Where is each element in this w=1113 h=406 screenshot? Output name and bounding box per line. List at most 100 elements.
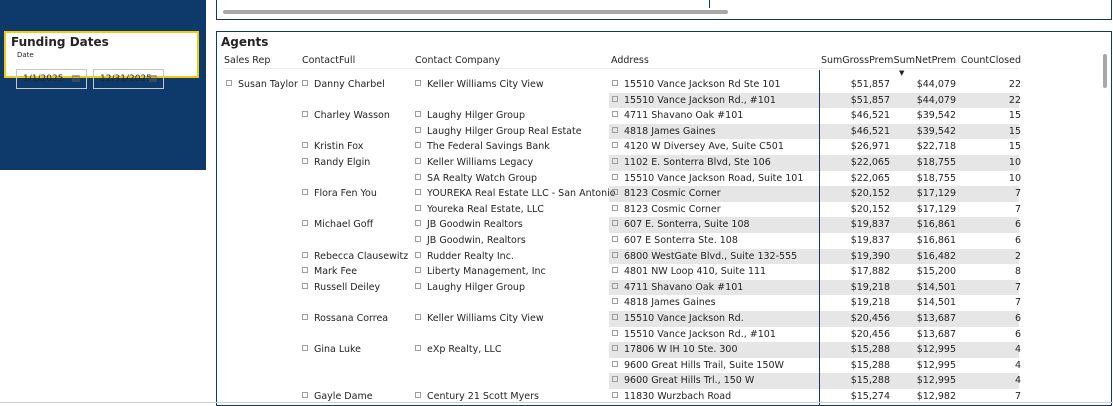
header-sum-gross-prem[interactable]: SumGrossPrem	[821, 55, 893, 66]
cell-sum-gross-prem: $20,152	[850, 188, 890, 200]
expand-box-icon[interactable]	[612, 376, 618, 383]
vertical-scrollbar[interactable]	[1103, 54, 1107, 88]
expand-box-icon[interactable]	[302, 220, 308, 227]
calendar-icon[interactable]: ▤	[71, 70, 80, 88]
expand-box-icon[interactable]	[612, 267, 618, 274]
expand-box-icon[interactable]	[415, 282, 421, 289]
expand-box-icon[interactable]	[612, 314, 618, 320]
header-sum-net-prem[interactable]: SumNetPrem	[893, 55, 956, 66]
cell-contact-company: JB Goodwin, Realtors	[415, 235, 526, 247]
expand-box-icon[interactable]	[415, 158, 421, 164]
expand-box-icon[interactable]	[302, 251, 308, 258]
expand-box-icon[interactable]	[302, 282, 308, 289]
expand-box-icon[interactable]	[415, 314, 421, 320]
table-row[interactable]: Russell Deiley Laughy Hilger Group 4711 Sh…	[217, 279, 1021, 296]
expand-box-icon[interactable]	[612, 158, 618, 164]
expand-box-icon[interactable]	[302, 189, 308, 196]
table-row[interactable]: 15510 Vance Jackson Rd., #101 $51,857 $44,…	[217, 92, 1021, 109]
expand-box-icon[interactable]	[415, 392, 421, 398]
table-row[interactable]: Gina Luke eXp Realty, LLC 17806 W IH 10 St…	[217, 342, 1021, 358]
cell-sum-gross-prem: $20,456	[850, 328, 890, 340]
expand-box-icon[interactable]	[302, 267, 308, 274]
expand-box-icon[interactable]	[415, 267, 421, 274]
expand-box-icon[interactable]	[612, 220, 618, 227]
table-row[interactable]: SA Realty Watch Group 15510 Vance Jackson…	[217, 171, 1021, 187]
expand-box-icon[interactable]	[415, 189, 421, 196]
cell-sum-net-prem: $18,755	[916, 172, 956, 184]
end-date-input[interactable]: 12/31/2025 ▤	[93, 69, 164, 89]
expand-box-icon[interactable]	[415, 345, 421, 352]
expand-box-icon[interactable]	[415, 236, 421, 242]
table-row[interactable]: Rebecca Clausewitz Rudder Realty Inc. 6800…	[217, 248, 1021, 265]
expand-box-icon[interactable]	[612, 298, 618, 305]
expand-box-icon[interactable]	[415, 220, 421, 227]
table-row[interactable]: JB Goodwin, Realtors 607 E Sonterra Ste. …	[217, 233, 1021, 249]
cell-contact-full: Kristin Fox	[302, 141, 363, 153]
header-address[interactable]: Address	[611, 55, 649, 66]
table-row[interactable]: Kristin Fox The Federal Savings Bank 4120 …	[217, 139, 1021, 155]
expand-box-icon[interactable]	[612, 251, 618, 258]
table-row[interactable]: 9600 Great Hills Trail, Suite 150W $15,28…	[217, 358, 1021, 374]
table-row[interactable]: Rossana Correa Keller Williams City View 1…	[217, 311, 1021, 327]
sort-descending-icon[interactable]: ▼	[899, 69, 904, 77]
table-row[interactable]: Youreka Real Estate, LLC 8123 Cosmic Corn…	[217, 202, 1021, 218]
header-count-closed[interactable]: CountClosed	[958, 55, 1021, 66]
table-row[interactable]: Michael Goff JB Goodwin Realtors 607 E. So…	[217, 217, 1021, 233]
start-date-input[interactable]: 1/1/2025 ▤	[16, 69, 87, 89]
table-row[interactable]: Randy Elgin Keller Williams Legacy 1102 E.…	[217, 155, 1021, 171]
expand-box-icon[interactable]	[415, 251, 421, 258]
table-row[interactable]: 9600 Great Hills Trl., 150 W $15,288 $12,9…	[217, 373, 1021, 389]
cell-contact-company: JB Goodwin Realtors	[415, 219, 523, 231]
expand-box-icon[interactable]	[302, 142, 308, 149]
expand-box-icon[interactable]	[612, 329, 618, 336]
expand-box-icon[interactable]	[302, 80, 308, 86]
table-row[interactable]: Charley Wasson Laughy Hilger Group 4711 Sh…	[217, 108, 1021, 124]
expand-box-icon[interactable]	[612, 95, 618, 102]
cell-sum-net-prem: $17,129	[916, 188, 956, 200]
expand-box-icon[interactable]	[612, 189, 618, 196]
expand-box-icon[interactable]	[612, 360, 618, 367]
expand-box-icon[interactable]	[612, 345, 618, 352]
expand-box-icon[interactable]	[415, 80, 421, 86]
expand-box-icon[interactable]	[415, 173, 421, 180]
expand-box-icon[interactable]	[415, 111, 421, 118]
table-row[interactable]: Susan Taylor Danny Charbel Keller Williams…	[217, 77, 1021, 93]
expand-box-icon[interactable]	[302, 392, 308, 398]
horizontal-scrollbar[interactable]	[223, 10, 728, 14]
expand-box-icon[interactable]	[612, 173, 618, 180]
header-contact-full[interactable]: ContactFull	[302, 55, 355, 66]
cell-count-closed: 4	[1014, 375, 1021, 387]
cell-sum-net-prem: $13,687	[916, 328, 956, 340]
calendar-icon[interactable]: ▤	[148, 70, 157, 88]
expand-box-icon[interactable]	[415, 126, 421, 133]
cell-contact-full: Michael Goff	[302, 219, 373, 231]
header-contact-company[interactable]: Contact Company	[415, 55, 500, 66]
header-sales-rep[interactable]: Sales Rep	[224, 55, 270, 66]
table-row[interactable]: Mark Fee Liberty Management, Inc 4801 NW L…	[217, 264, 1021, 280]
cell-address: 4818 James Gaines	[612, 297, 716, 309]
expand-box-icon[interactable]	[415, 142, 421, 149]
expand-box-icon[interactable]	[302, 345, 308, 352]
cell-count-closed: 2	[1014, 250, 1021, 262]
expand-box-icon[interactable]	[302, 314, 308, 320]
expand-box-icon[interactable]	[612, 80, 618, 86]
cell-sum-gross-prem: $15,288	[850, 359, 890, 371]
expand-box-icon[interactable]	[612, 392, 618, 398]
header-divider	[223, 68, 1019, 69]
expand-box-icon[interactable]	[612, 236, 618, 242]
expand-box-icon[interactable]	[302, 111, 308, 118]
table-row[interactable]: 15510 Vance Jackson Rd., #101 $20,456 $13,…	[217, 327, 1021, 343]
expand-box-icon[interactable]	[415, 204, 421, 211]
table-row[interactable]: Flora Fen You YOUREKA Real Estate LLC - S…	[217, 186, 1021, 202]
cell-count-closed: 22	[1008, 79, 1021, 90]
expand-box-icon[interactable]	[226, 80, 232, 86]
expand-box-icon[interactable]	[612, 111, 618, 118]
expand-box-icon[interactable]	[302, 158, 308, 164]
table-row[interactable]: Laughy Hilger Group Real Estate 4818 Jame…	[217, 123, 1021, 140]
expand-box-icon[interactable]	[612, 142, 618, 149]
table-row[interactable]: 4818 James Gaines $19,218 $14,501 7	[217, 295, 1021, 311]
cell-contact-company: Keller Williams City View	[415, 79, 544, 91]
expand-box-icon[interactable]	[612, 282, 618, 289]
expand-box-icon[interactable]	[612, 204, 618, 211]
expand-box-icon[interactable]	[612, 126, 618, 133]
